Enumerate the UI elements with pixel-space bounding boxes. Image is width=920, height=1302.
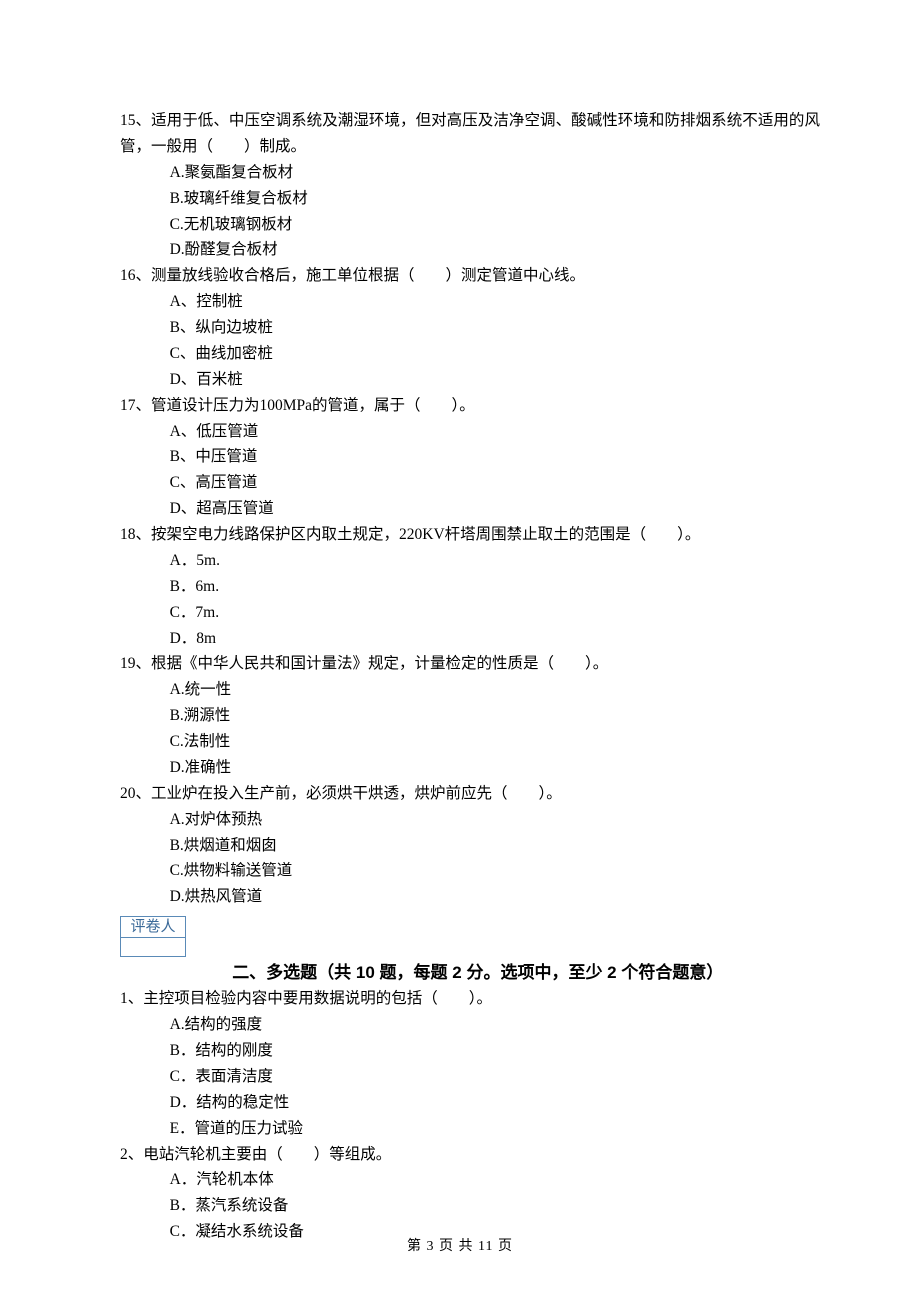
option: A.统一性 — [170, 677, 820, 703]
option: D、超高压管道 — [170, 496, 820, 522]
option: A.聚氨酯复合板材 — [170, 160, 820, 186]
question-stem: 17、管道设计压力为100MPa的管道，属于（ ）。 — [120, 393, 820, 419]
question-stem: 1、主控项目检验内容中要用数据说明的包括（ ）。 — [120, 986, 820, 1012]
option: C、曲线加密桩 — [170, 341, 820, 367]
option: D.烘热风管道 — [170, 884, 820, 910]
option: C.法制性 — [170, 729, 820, 755]
options-block: A、低压管道 B、中压管道 C、高压管道 D、超高压管道 — [120, 419, 820, 523]
options-block: A.统一性 B.溯源性 C.法制性 D.准确性 — [120, 677, 820, 781]
question-stem: 16、测量放线验收合格后，施工单位根据（ ）测定管道中心线。 — [120, 263, 820, 289]
option: D、百米桩 — [170, 367, 820, 393]
option: B.烘烟道和烟囱 — [170, 833, 820, 859]
option: D．结构的稳定性 — [170, 1090, 820, 1116]
grader-box: 评卷人 — [120, 914, 820, 957]
option: C．7m. — [170, 600, 820, 626]
grader-empty-cell — [121, 938, 185, 956]
exam-page: 15、适用于低、中压空调系统及潮湿环境，但对高压及洁净空调、酸碱性环境和防排烟系… — [0, 0, 920, 1302]
options-block: A．5m. B．6m. C．7m. D．8m — [120, 548, 820, 652]
option: B．蒸汽系统设备 — [170, 1193, 820, 1219]
option: A.结构的强度 — [170, 1012, 820, 1038]
grader-label: 评卷人 — [121, 917, 185, 938]
options-block: A.对炉体预热 B.烘烟道和烟囱 C.烘物料输送管道 D.烘热风管道 — [120, 807, 820, 911]
option: B．结构的刚度 — [170, 1038, 820, 1064]
option: D.酚醛复合板材 — [170, 237, 820, 263]
option: E．管道的压力试验 — [170, 1116, 820, 1142]
options-block: A、控制桩 B、纵向边坡桩 C、曲线加密桩 D、百米桩 — [120, 289, 820, 393]
question-stem: 2、电站汽轮机主要由（ ）等组成。 — [120, 1142, 820, 1168]
option: B.玻璃纤维复合板材 — [170, 186, 820, 212]
option: A.对炉体预热 — [170, 807, 820, 833]
option: A、低压管道 — [170, 419, 820, 445]
option: B.溯源性 — [170, 703, 820, 729]
question-stem: 19、根据《中华人民共和国计量法》规定，计量检定的性质是（ ）。 — [120, 651, 820, 677]
question-stem: 18、按架空电力线路保护区内取土规定，220KV杆塔周围禁止取土的范围是（ ）。 — [120, 522, 820, 548]
option: B、中压管道 — [170, 444, 820, 470]
options-block: A.聚氨酯复合板材 B.玻璃纤维复合板材 C.无机玻璃钢板材 D.酚醛复合板材 — [120, 160, 820, 264]
option: C、高压管道 — [170, 470, 820, 496]
option: A、控制桩 — [170, 289, 820, 315]
option: B．6m. — [170, 574, 820, 600]
option: D.准确性 — [170, 755, 820, 781]
options-block: A.结构的强度 B．结构的刚度 C．表面清洁度 D．结构的稳定性 E．管道的压力… — [120, 1012, 820, 1141]
option: C.烘物料输送管道 — [170, 858, 820, 884]
option: B、纵向边坡桩 — [170, 315, 820, 341]
option: C．表面清洁度 — [170, 1064, 820, 1090]
page-footer: 第 3 页 共 11 页 — [0, 1235, 920, 1258]
section-heading: 二、多选题（共 10 题，每题 2 分。选项中，至少 2 个符合题意） — [120, 959, 820, 986]
question-stem: 20、工业炉在投入生产前，必须烘干烘透，烘炉前应先（ ）。 — [120, 781, 820, 807]
option: A．汽轮机本体 — [170, 1167, 820, 1193]
option: C.无机玻璃钢板材 — [170, 212, 820, 238]
question-stem: 15、适用于低、中压空调系统及潮湿环境，但对高压及洁净空调、酸碱性环境和防排烟系… — [120, 108, 820, 160]
options-block: A．汽轮机本体 B．蒸汽系统设备 C．凝结水系统设备 — [120, 1167, 820, 1245]
option: A．5m. — [170, 548, 820, 574]
option: D．8m — [170, 626, 820, 652]
